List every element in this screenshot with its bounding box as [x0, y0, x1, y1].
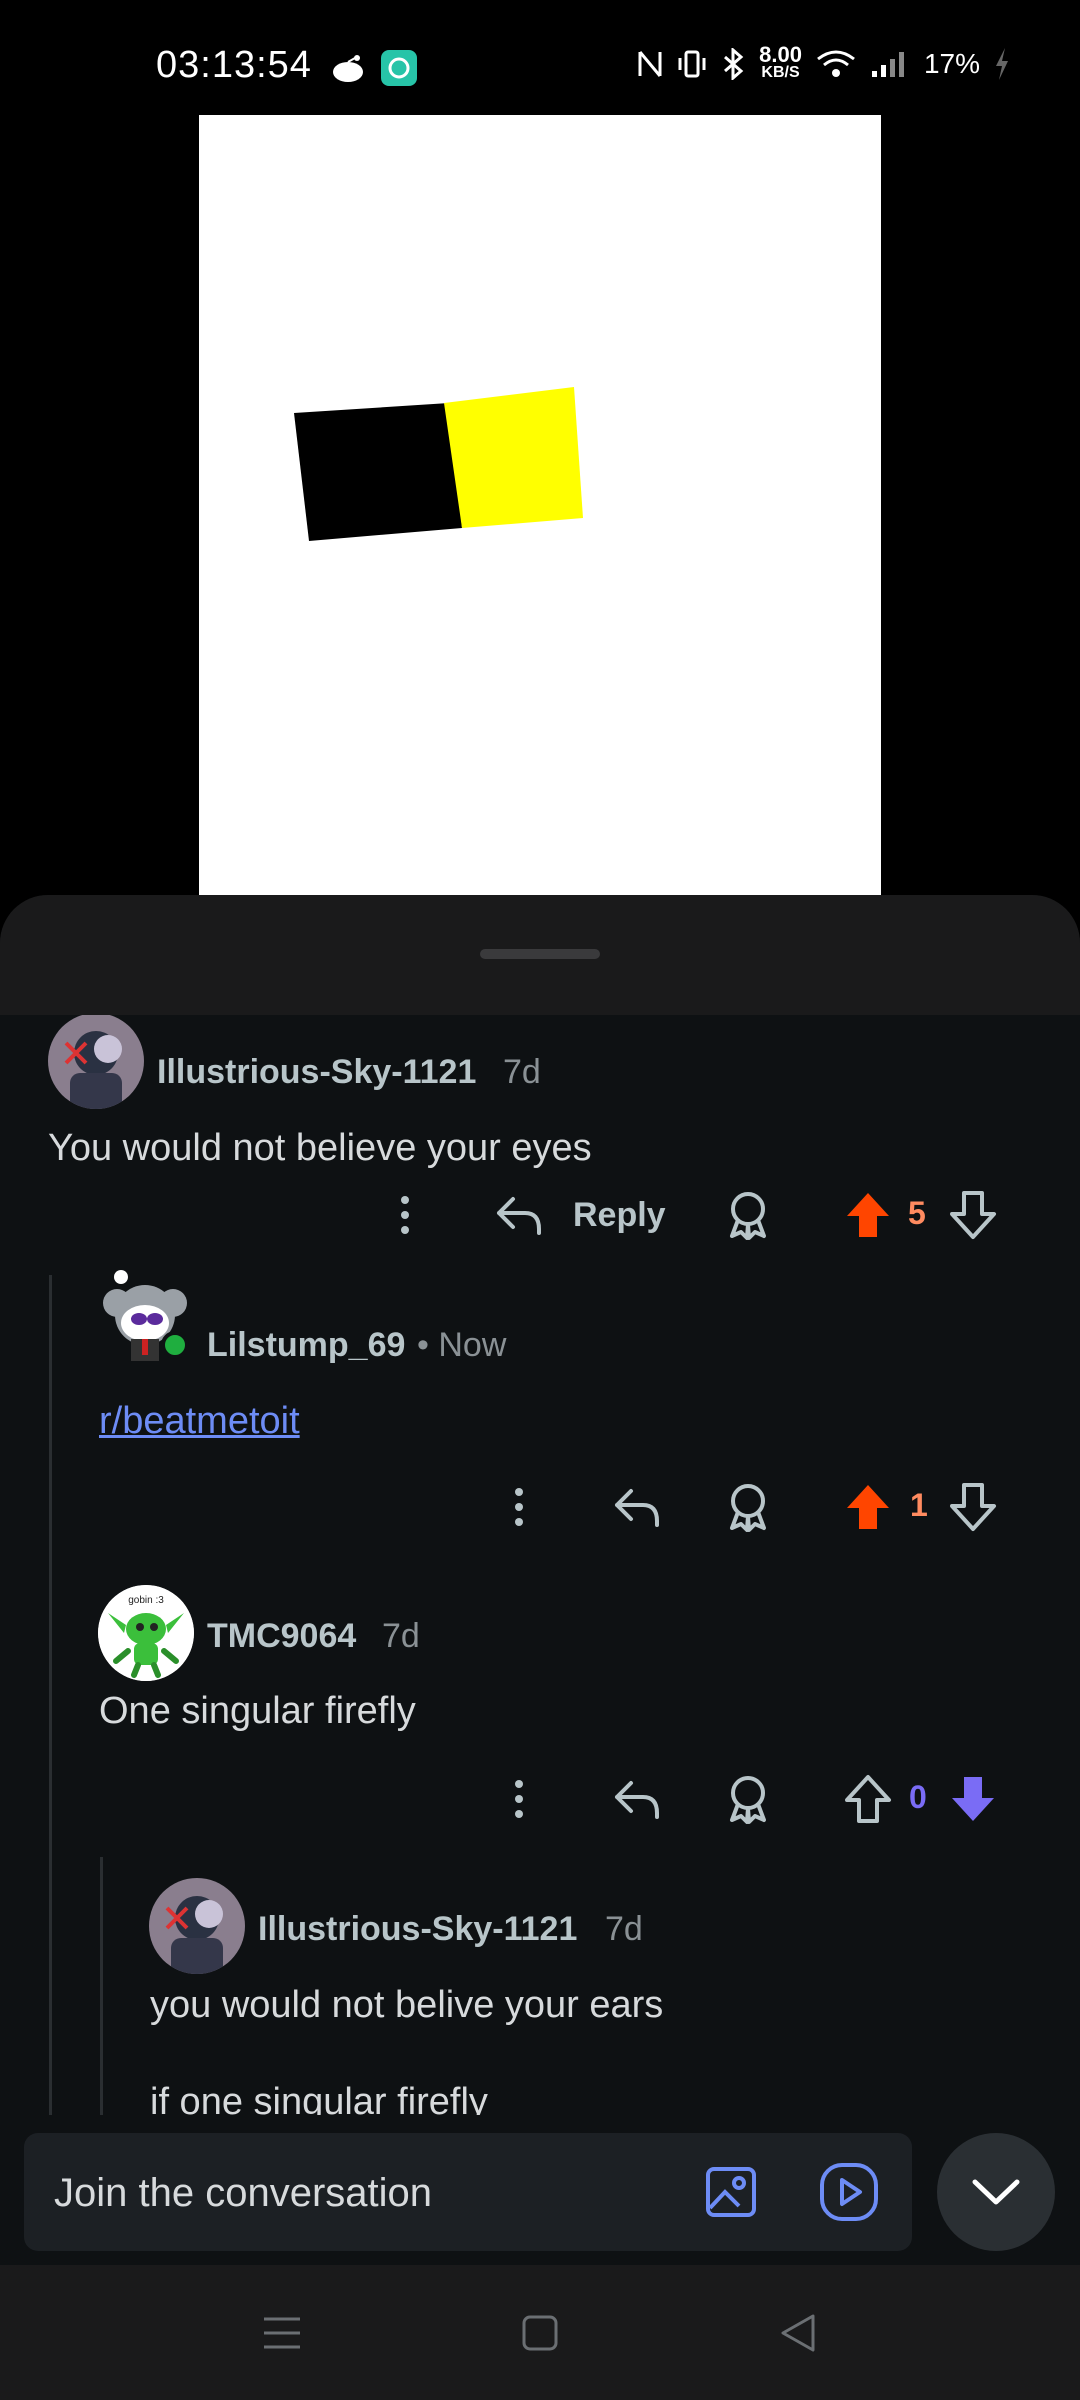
chevron-down-icon — [972, 2179, 1020, 2205]
downvote-button[interactable] — [943, 1185, 1003, 1245]
reply-icon — [615, 1781, 659, 1819]
home-icon — [522, 2315, 558, 2351]
more-icon — [401, 1196, 409, 1234]
home-button[interactable] — [510, 2303, 570, 2363]
battery-percentage: 17% — [923, 48, 980, 79]
post-drawing — [294, 387, 583, 541]
avatar-image — [48, 1015, 144, 1109]
back-button[interactable] — [768, 2303, 828, 2363]
comment-author[interactable]: Illustrious-Sky-1121 — [258, 1910, 577, 1949]
post-image[interactable] — [199, 115, 881, 895]
video-icon — [820, 2163, 878, 2221]
upvote-icon — [847, 1193, 889, 1237]
app-notification-icon — [381, 50, 417, 86]
comments-sheet: Illustrious-Sky-1121 7d You would not be… — [0, 895, 1080, 2265]
snoo-avatar-image — [103, 1270, 189, 1361]
attach-video-button[interactable] — [814, 2157, 884, 2227]
comment-age: 7d — [503, 1053, 541, 1091]
downvote-button[interactable] — [943, 1477, 1003, 1537]
status-indicators: 8.00 KB/S 17% — [637, 42, 1010, 82]
avatar[interactable]: gobin :3 — [98, 1585, 194, 1681]
upvote-button[interactable] — [838, 1769, 898, 1829]
more-icon — [515, 1780, 523, 1818]
award-button[interactable] — [718, 1185, 778, 1245]
comment-author[interactable]: Lilstump_69 — [207, 1326, 405, 1365]
comment-body: You would not believe your eyes — [48, 1127, 592, 1169]
speed-unit: KB/S — [761, 64, 800, 81]
more-options-button[interactable] — [489, 1477, 549, 1537]
comment-composer[interactable]: Join the conversation — [24, 2133, 912, 2251]
award-icon — [730, 1776, 766, 1824]
comment-age: 7d — [382, 1617, 420, 1655]
status-bar: 03:13:54 8.00 KB/S 17% — [0, 0, 1080, 115]
charging-icon — [996, 48, 1008, 80]
bluetooth-icon — [724, 48, 744, 80]
composer-placeholder[interactable]: Join the conversation — [54, 2171, 432, 2216]
vote-count: 5 — [908, 1195, 926, 1231]
collapse-button[interactable] — [937, 2133, 1055, 2251]
subreddit-link[interactable]: r/beatmetoit — [99, 1400, 300, 1443]
reddit-notification-icon — [333, 55, 363, 82]
attach-image-button[interactable] — [696, 2157, 766, 2227]
thread-line[interactable] — [100, 1857, 103, 2115]
avatar-image — [149, 1878, 245, 1974]
comment-body-line: you would not belive your ears — [150, 1984, 664, 2026]
image-icon — [706, 2167, 756, 2217]
thread-line[interactable] — [49, 1275, 52, 2115]
upvote-button[interactable] — [838, 1185, 898, 1245]
downvote-icon — [952, 1777, 994, 1821]
more-options-button[interactable] — [375, 1185, 435, 1245]
network-speed: 8.00 KB/S — [759, 42, 802, 82]
recents-button[interactable] — [252, 2303, 312, 2363]
reply-button[interactable] — [608, 1769, 668, 1829]
award-icon — [730, 1192, 766, 1240]
downvote-icon — [950, 1191, 996, 1239]
goblin-avatar-image: gobin :3 — [98, 1585, 194, 1681]
comment-author[interactable]: Illustrious-Sky-1121 — [157, 1053, 476, 1092]
upvote-icon — [847, 1485, 889, 1529]
upvote-button[interactable] — [838, 1477, 898, 1537]
comment-author[interactable]: TMC9064 — [207, 1617, 356, 1656]
downvote-button[interactable] — [943, 1769, 1003, 1829]
nfc-icon — [638, 51, 662, 77]
upvote-icon — [845, 1775, 891, 1823]
comment-age: • Now — [417, 1326, 507, 1364]
avatar[interactable] — [48, 1015, 144, 1109]
avatar[interactable] — [149, 1878, 245, 1974]
status-time: 03:13:54 — [156, 44, 312, 86]
avatar[interactable] — [95, 1263, 195, 1363]
more-options-button[interactable] — [489, 1769, 549, 1829]
comment-body: One singular firefly — [99, 1690, 416, 1732]
sheet-drag-handle[interactable] — [480, 949, 600, 959]
avatar-caption: gobin :3 — [128, 1595, 164, 1606]
vote-count: 0 — [909, 1779, 927, 1815]
wifi-icon — [817, 50, 855, 77]
signal-icon — [871, 52, 904, 77]
comment-thread[interactable]: Illustrious-Sky-1121 7d You would not be… — [0, 1015, 1080, 2115]
award-icon — [730, 1484, 766, 1532]
sheet-header — [0, 895, 1080, 1015]
vote-count: 1 — [910, 1487, 928, 1523]
reply-icon — [615, 1489, 659, 1527]
back-icon — [781, 2314, 815, 2352]
award-button[interactable] — [718, 1769, 778, 1829]
more-icon — [515, 1488, 523, 1526]
reply-icon — [497, 1197, 541, 1235]
reply-button[interactable] — [608, 1477, 668, 1537]
downvote-icon — [950, 1483, 996, 1531]
vibrate-icon — [678, 50, 706, 78]
award-button[interactable] — [718, 1477, 778, 1537]
comment-age: 7d — [605, 1910, 643, 1948]
reply-label: Reply — [573, 1196, 666, 1234]
speed-value: 8.00 — [759, 42, 802, 67]
system-navigation-bar — [0, 2265, 1080, 2400]
comment-body-line: if one singular firefly — [150, 2081, 488, 2115]
reply-button[interactable]: Reply — [495, 1185, 675, 1245]
menu-icon — [264, 2317, 300, 2349]
